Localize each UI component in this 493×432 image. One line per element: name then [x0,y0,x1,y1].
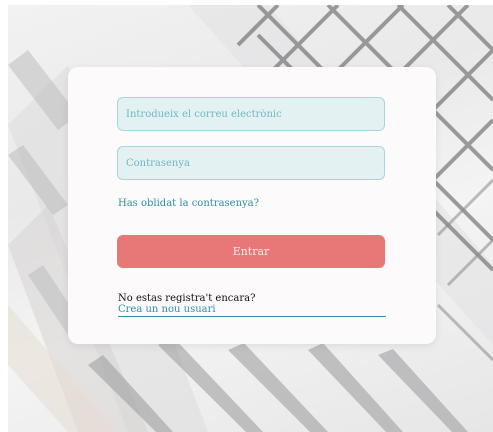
register-prompt-text: No estas registra't encara? [118,293,256,304]
password-input[interactable] [117,146,385,180]
email-input[interactable] [117,97,385,131]
forgot-password-link[interactable]: Has oblidat la contrasenya? [118,198,259,209]
login-submit-button[interactable]: Entrar [117,235,385,268]
login-card: Has oblidat la contrasenya? Entrar No es… [68,67,436,344]
create-account-link[interactable]: Crea un nou usuari [118,304,386,317]
